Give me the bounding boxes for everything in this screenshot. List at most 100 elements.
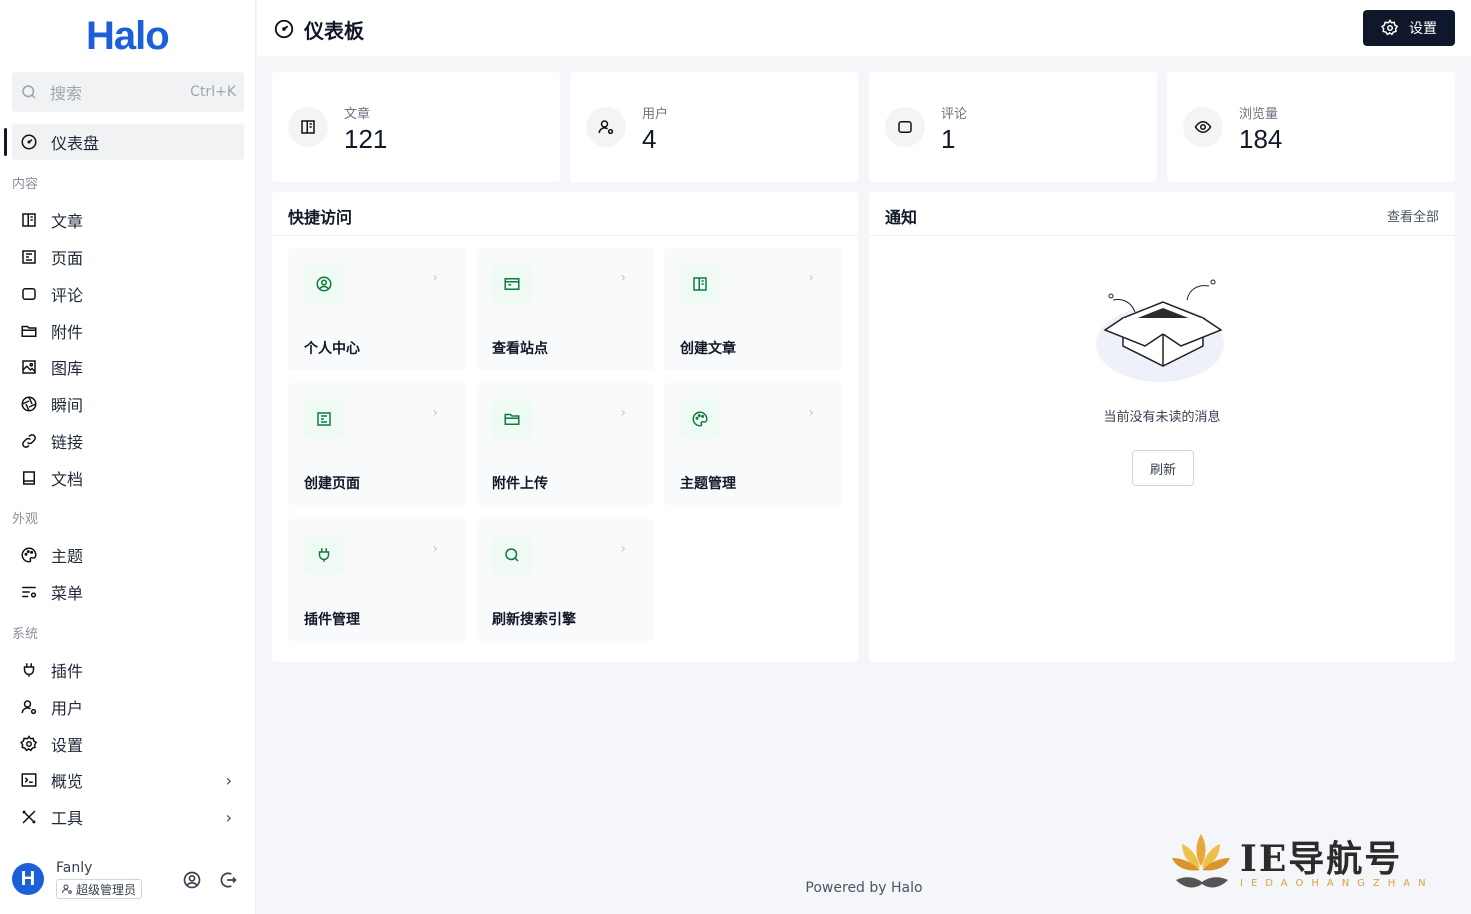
chevron-right-icon: › [808, 270, 814, 286]
stat-label: 评论 [941, 107, 968, 122]
view-all-link[interactable]: 查看全部 [1387, 206, 1439, 225]
sidebar-item-label: 文章 [51, 212, 84, 231]
quick-access-new-post[interactable]: › 创建文章 [664, 248, 842, 370]
qa-icon-wrapper [680, 399, 720, 439]
role-badge: 超级管理员 [56, 879, 143, 899]
sidebar-item-label: 仪表盘 [51, 134, 100, 153]
aperture-icon [21, 396, 37, 412]
stat-value: 121 [344, 124, 388, 154]
comment-icon [22, 288, 36, 300]
qa-label: 主题管理 [680, 476, 736, 492]
sidebar-item-settings[interactable]: 设置 [20, 730, 240, 758]
profile-icon[interactable] [182, 870, 202, 890]
stat-icon-wrapper [1183, 107, 1223, 147]
sidebar-item-label: 菜单 [51, 584, 84, 603]
halo-logo[interactable]: Halo [86, 14, 170, 59]
logout-icon[interactable] [218, 870, 238, 890]
sidebar-item-label: 评论 [51, 286, 84, 305]
sidebar-item-gallery[interactable]: 图库 [20, 353, 240, 381]
refresh-button[interactable]: 刷新 [1132, 450, 1194, 486]
qa-label: 插件管理 [304, 612, 360, 628]
book-icon [301, 120, 315, 134]
sidebar-item-label: 瞬间 [51, 396, 84, 415]
qa-icon-wrapper [680, 264, 720, 304]
quick-access-panel: 快捷访问 › 个人中心 › 查看站点 › 创建文章 › 创建页面 › 附件上传 … [272, 192, 858, 662]
chevron-right-icon: › [432, 405, 438, 421]
empty-box-illustration [1096, 279, 1224, 382]
gear-icon [20, 735, 38, 752]
menu-settings-icon [22, 586, 37, 598]
sidebar-item-menus[interactable]: 菜单 [20, 578, 240, 606]
sidebar-item-label: 用户 [51, 699, 84, 718]
palette-icon [692, 411, 708, 427]
sidebar-item-label: 设置 [51, 736, 84, 755]
book-icon [693, 277, 707, 291]
stat-card-posts: 文章 121 [272, 72, 560, 182]
sidebar: Halo 搜索 Ctrl+K 仪表盘 内容 文章 页面 评论 附件 图库 瞬间 … [0, 0, 256, 914]
sidebar-item-docs[interactable]: 文档 [20, 464, 240, 492]
stat-card-views: 浏览量 184 [1167, 72, 1455, 182]
book-icon [22, 213, 36, 227]
search-icon [505, 548, 519, 562]
sidebar-item-overview[interactable]: 概览 › [20, 766, 240, 794]
qa-icon-wrapper [492, 535, 532, 575]
stat-value: 184 [1239, 124, 1283, 154]
sidebar-item-label: 概览 [51, 772, 84, 791]
sidebar-item-dashboard[interactable]: 仪表盘 [20, 128, 240, 156]
qa-icon-wrapper [304, 399, 344, 439]
avatar[interactable]: H [12, 863, 44, 895]
sidebar-item-label: 图库 [51, 359, 84, 378]
page-icon [22, 250, 36, 264]
panel-title: 通知 [885, 208, 918, 227]
quick-access-upload[interactable]: › 附件上传 [476, 383, 654, 505]
chevron-right-icon: › [620, 270, 626, 286]
stat-label: 用户 [642, 107, 669, 122]
sidebar-item-links[interactable]: 链接 [20, 427, 240, 455]
sidebar-item-themes[interactable]: 主题 [20, 541, 240, 569]
browser-icon [504, 278, 520, 290]
sidebar-item-tools[interactable]: 工具 › [20, 803, 240, 831]
sidebar-item-plugins[interactable]: 插件 [20, 656, 240, 684]
settings-button[interactable]: 设置 [1363, 10, 1455, 46]
sidebar-item-moments[interactable]: 瞬间 [20, 390, 240, 418]
qa-label: 创建文章 [680, 341, 736, 357]
gear-icon [1381, 19, 1399, 36]
quick-access-plugins[interactable]: › 插件管理 [288, 519, 466, 641]
comment-icon [898, 121, 912, 133]
sidebar-item-label: 页面 [51, 249, 84, 268]
chevron-right-icon: › [225, 770, 232, 790]
section-content: 内容 [12, 177, 39, 192]
qa-label: 个人中心 [304, 341, 360, 357]
quick-access-new-page[interactable]: › 创建页面 [288, 383, 466, 505]
search-placeholder: 搜索 [50, 84, 83, 103]
quick-access-themes[interactable]: › 主题管理 [664, 383, 842, 505]
quick-access-profile[interactable]: › 个人中心 [288, 248, 466, 370]
settings-label: 设置 [1409, 21, 1437, 37]
stat-card-comments: 评论 1 [869, 72, 1157, 182]
active-indicator [4, 128, 7, 156]
user-panel: H Fanly 超级管理员 [12, 858, 248, 902]
page-title: 仪表板 [304, 19, 364, 43]
qa-label: 创建页面 [304, 476, 360, 492]
plug-icon [23, 663, 35, 677]
chevron-right-icon: › [225, 807, 232, 827]
stat-icon-wrapper [885, 107, 925, 147]
search-input[interactable]: 搜索 Ctrl+K [12, 72, 244, 112]
quick-access-view-site[interactable]: › 查看站点 [476, 248, 654, 370]
sidebar-item-pages[interactable]: 页面 [20, 243, 240, 271]
sidebar-item-posts[interactable]: 文章 [20, 206, 240, 234]
folder-icon [504, 413, 520, 425]
user-icon [21, 700, 37, 715]
watermark-title: IE导航号 [1240, 838, 1403, 880]
quick-access-refresh-search[interactable]: › 刷新搜索引擎 [476, 519, 654, 641]
sidebar-item-label: 文档 [51, 470, 84, 489]
user-circle-icon [316, 276, 332, 292]
user-name: Fanly [56, 860, 93, 876]
qa-icon-wrapper [492, 399, 532, 439]
user-icon [598, 120, 614, 135]
link-icon [22, 434, 36, 448]
sidebar-item-comments[interactable]: 评论 [20, 280, 240, 308]
sidebar-item-users[interactable]: 用户 [20, 693, 240, 721]
sidebar-item-label: 链接 [51, 433, 84, 452]
sidebar-item-attachments[interactable]: 附件 [20, 317, 240, 345]
